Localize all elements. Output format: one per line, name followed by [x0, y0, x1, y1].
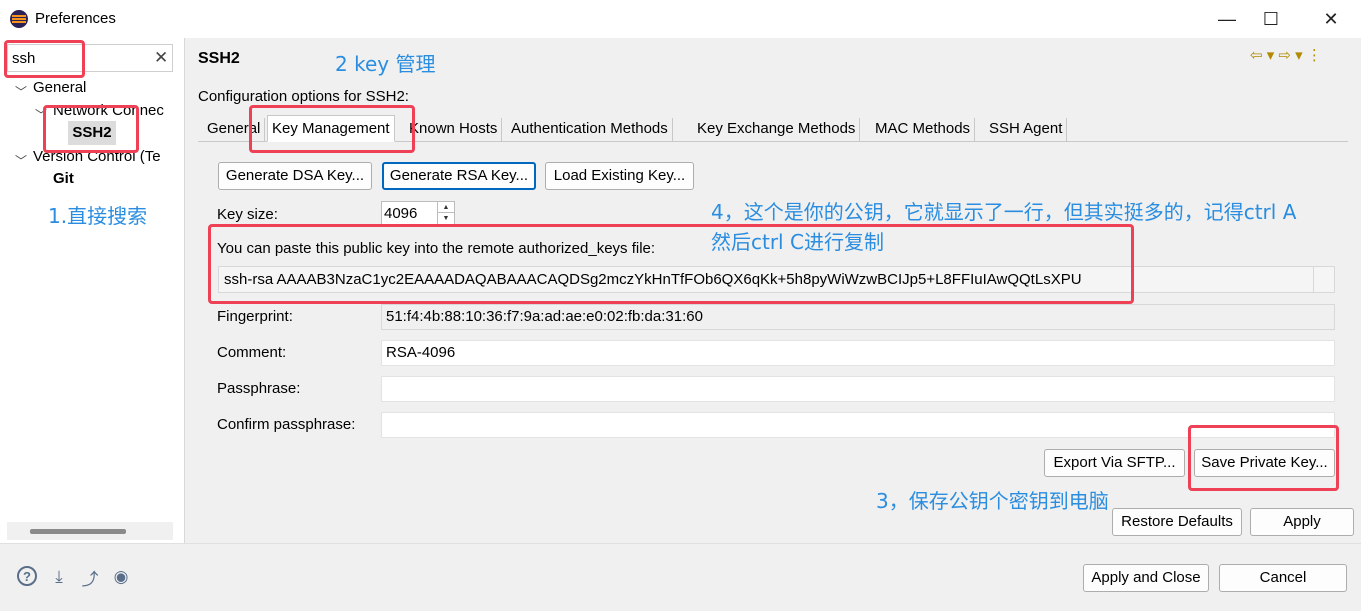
title-bar — [0, 0, 1361, 38]
load-existing-key-button[interactable]: Load Existing Key... — [545, 162, 694, 190]
apply-and-close-button[interactable]: Apply and Close — [1083, 564, 1209, 592]
close-button[interactable]: ✕ — [1308, 4, 1354, 34]
tab-ssh-agent[interactable]: SSH Agent — [985, 118, 1068, 142]
apply-button[interactable]: Apply — [1250, 508, 1354, 536]
annotation-step2: 2 key 管理 — [335, 52, 436, 76]
public-key-scrollbar[interactable] — [1313, 267, 1334, 292]
tab-mac-methods[interactable]: MAC Methods — [871, 118, 976, 142]
tree-item-git[interactable]: Git — [53, 170, 74, 187]
generate-rsa-key-button[interactable]: Generate RSA Key... — [382, 162, 536, 190]
fingerprint-field[interactable]: 51:f4:4b:88:10:36:f7:9a:ad:ae:e0:02:fb:d… — [381, 304, 1335, 330]
key-size-label: Key size: — [217, 206, 278, 223]
annotation-box-search — [4, 40, 85, 78]
help-icon[interactable]: ? — [17, 566, 37, 586]
comment-field[interactable]: RSA-4096 — [381, 340, 1335, 366]
fingerprint-label: Fingerprint: — [217, 308, 293, 325]
eclipse-app-icon — [10, 10, 28, 28]
tab-known-hosts[interactable]: Known Hosts — [405, 118, 503, 142]
window-title: Preferences — [35, 10, 116, 27]
comment-label: Comment: — [217, 344, 287, 361]
annotation-box-ssh2 — [43, 105, 139, 153]
annotation-step4-line1: 4，这个是你的公钥，它就显示了一行，但其实挺多的，记得ctrl A — [711, 200, 1297, 224]
key-size-value: 4096 — [384, 205, 418, 222]
tab-authentication-methods[interactable]: Authentication Methods — [507, 118, 673, 142]
chevron-down-icon[interactable]: ﹀ — [15, 152, 27, 169]
export-via-sftp-button[interactable]: Export Via SFTP... — [1044, 449, 1185, 477]
cancel-button[interactable]: Cancel — [1219, 564, 1347, 592]
restore-defaults-button[interactable]: Restore Defaults — [1112, 508, 1242, 536]
record-icon[interactable]: ◉ — [110, 566, 132, 588]
annotation-box-key-management — [249, 105, 415, 153]
annotation-step4-line2: 然后ctrl C进行复制 — [711, 230, 884, 254]
config-description: Configuration options for SSH2: — [198, 88, 409, 105]
spin-up-icon[interactable]: ▲ — [437, 202, 454, 213]
chevron-down-icon[interactable]: ﹀ — [15, 83, 27, 100]
history-navigation-icons[interactable]: ⇦ ▾ ⇨ ▾ ⋮ — [1250, 46, 1322, 64]
annotation-step1: 1.直接搜索 — [48, 204, 148, 228]
annotation-box-public-key — [208, 224, 1134, 304]
passphrase-label: Passphrase: — [217, 380, 301, 397]
confirm-passphrase-label: Confirm passphrase: — [217, 416, 356, 433]
page-title: SSH2 — [198, 50, 240, 67]
import-icon[interactable]: ⤓ — [48, 566, 70, 588]
annotation-box-save-private-key — [1188, 425, 1339, 491]
tree-item-general[interactable]: General — [33, 79, 86, 96]
tab-key-exchange-methods[interactable]: Key Exchange Methods — [693, 118, 861, 142]
generate-dsa-key-button[interactable]: Generate DSA Key... — [218, 162, 372, 190]
clear-filter-icon[interactable]: ✕ — [154, 48, 168, 68]
maximize-button[interactable]: ☐ — [1248, 4, 1294, 34]
export-icon[interactable]: ⤴ — [79, 566, 101, 589]
scrollbar-thumb[interactable] — [30, 529, 126, 534]
passphrase-field[interactable] — [381, 376, 1335, 402]
spin-down-icon[interactable]: ▼ — [437, 213, 454, 224]
minimize-button[interactable]: — — [1204, 4, 1250, 34]
annotation-step3: 3，保存公钥个密钥到电脑 — [876, 489, 1109, 513]
